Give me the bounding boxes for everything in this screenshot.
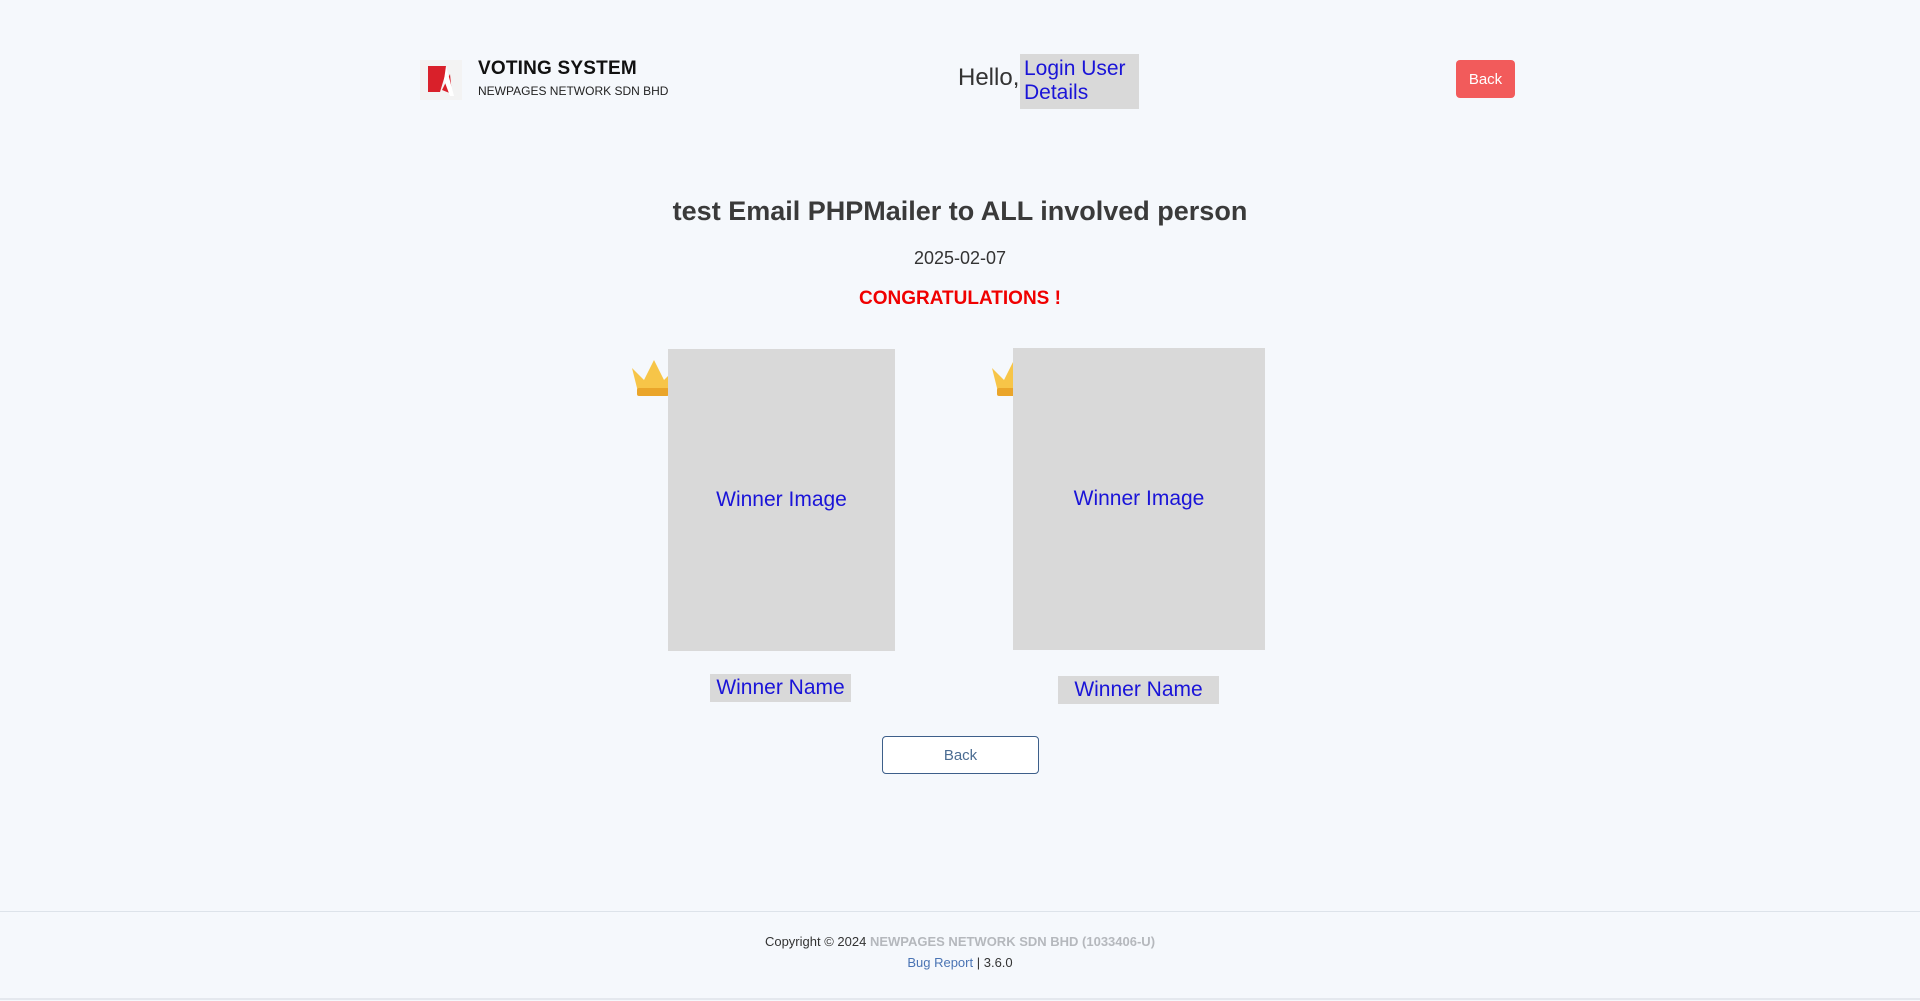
greeting: Hello, — [958, 64, 1020, 91]
copyright-line: Copyright © 2024 NEWPAGES NETWORK SDN BH… — [0, 934, 1920, 949]
brand-subtitle: NEWPAGES NETWORK SDN BHD — [478, 84, 669, 98]
election-date: 2025-02-07 — [913, 248, 1007, 268]
winner-image: Winner Image — [1013, 348, 1265, 650]
winner-name: Winner Name — [1058, 676, 1219, 704]
winner-image: Winner Image — [668, 349, 895, 651]
winner-image-label: Winner Image — [1073, 487, 1205, 510]
winner-image-label: Winner Image — [716, 488, 847, 511]
company-name: NEWPAGES NETWORK SDN BHD (1033406-U) — [869, 934, 1156, 949]
brand: VOTING SYSTEM NEWPAGES NETWORK SDN BHD — [478, 58, 668, 99]
page-title: test Email PHPMailer to ALL involved per… — [672, 196, 1248, 226]
footer-separator: | — [976, 955, 981, 970]
winner-name: Winner Name — [710, 674, 851, 702]
version-text: 3.6.0 — [983, 955, 1013, 970]
login-user-details: Login User Details — [1020, 54, 1139, 109]
congratulations-text: CONGRATULATIONS ! — [859, 288, 1061, 309]
header: VOTING SYSTEM NEWPAGES NETWORK SDN BHD H… — [0, 0, 1920, 140]
header-back-button[interactable]: Back — [1456, 60, 1515, 98]
footer-links: Bug Report | 3.6.0 — [0, 955, 1920, 970]
footer: Copyright © 2024 NEWPAGES NETWORK SDN BH… — [0, 911, 1920, 1001]
copyright-text: Copyright © 2024 — [764, 934, 867, 949]
back-button[interactable]: Back — [882, 736, 1039, 774]
brand-title: VOTING SYSTEM — [478, 58, 637, 79]
logo-icon — [420, 60, 462, 100]
bug-report-link[interactable]: Bug Report — [907, 955, 973, 970]
